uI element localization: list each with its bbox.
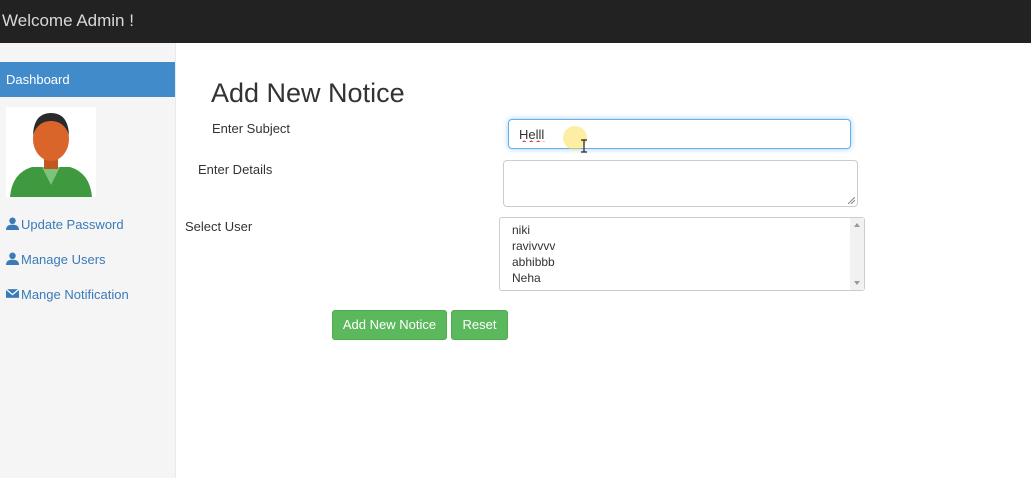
add-new-notice-button[interactable]: Add New Notice	[332, 310, 447, 340]
resize-handle-icon[interactable]	[848, 197, 855, 204]
scroll-down-arrow-icon[interactable]	[854, 281, 860, 285]
user-option[interactable]: Neha	[512, 271, 541, 285]
details-label: Enter Details	[198, 162, 273, 177]
subject-label: Enter Subject	[212, 121, 291, 136]
top-navbar: Welcome Admin !	[0, 0, 1031, 43]
sidebar-item-manage-notification[interactable]: Mange Notification	[6, 287, 129, 302]
user-list-scrollbar[interactable]	[850, 218, 864, 290]
sidebar-item-update-password[interactable]: Update Password	[6, 217, 124, 232]
sidebar-item-manage-users[interactable]: Manage Users	[6, 252, 106, 267]
user-select-list[interactable]: niki ravivvvv abhibbb Neha	[499, 217, 865, 291]
reset-button[interactable]: Reset	[451, 310, 508, 340]
select-user-label: Select User	[185, 219, 253, 234]
sidebar-item-label: Manage Users	[21, 252, 106, 267]
user-option[interactable]: abhibbb	[512, 255, 555, 269]
user-option[interactable]: niki	[512, 223, 530, 237]
user-icon	[6, 252, 19, 265]
sidebar: Dashboard Update Password Manage Users M…	[0, 43, 176, 478]
text-cursor-icon	[581, 139, 587, 153]
envelope-icon	[6, 288, 19, 298]
welcome-text: Welcome Admin !	[2, 11, 134, 30]
sidebar-item-label: Mange Notification	[21, 287, 129, 302]
sidebar-item-label: Update Password	[21, 217, 124, 232]
subject-input[interactable]	[508, 119, 851, 149]
page-title: Add New Notice	[211, 78, 405, 108]
user-option[interactable]: ravivvvv	[512, 239, 555, 253]
user-icon	[6, 217, 19, 230]
scroll-up-arrow-icon[interactable]	[854, 223, 860, 227]
details-textarea[interactable]	[503, 160, 858, 207]
sidebar-item-dashboard[interactable]: Dashboard	[0, 62, 175, 97]
avatar	[6, 107, 96, 197]
